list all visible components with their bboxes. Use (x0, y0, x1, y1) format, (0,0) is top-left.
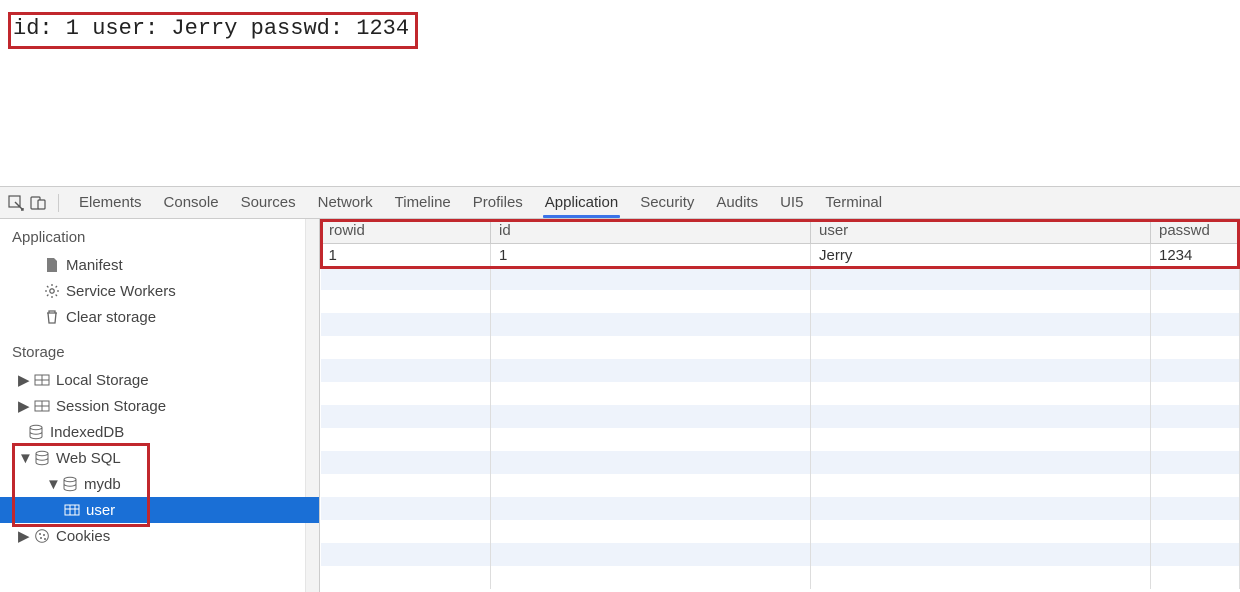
sidebar-item-label: mydb (84, 476, 121, 493)
sidebar-item-label: Cookies (56, 528, 110, 545)
sidebar-item-session-storage[interactable]: ▶ Session Storage (0, 393, 319, 419)
sidebar-item-label: Session Storage (56, 398, 166, 415)
table-wrap: rowid id user passwd 1 1 Jerry 1234 (320, 219, 1240, 592)
table-header-row: rowid id user passwd (321, 219, 1240, 243)
toolbar-separator (58, 194, 59, 212)
table-row (321, 267, 1240, 290)
sidebar-item-label: Local Storage (56, 372, 149, 389)
table-row (321, 474, 1240, 497)
sidebar-item-cookies[interactable]: ▶ Cookies (0, 523, 319, 549)
tab-audits[interactable]: Audits (706, 190, 768, 215)
col-rowid[interactable]: rowid (321, 219, 491, 243)
panel-body: Application Manifest Service Workers Cle… (0, 219, 1240, 592)
tab-terminal[interactable]: Terminal (815, 190, 892, 215)
table-row (321, 313, 1240, 336)
sidebar-item-web-sql[interactable]: ▼ Web SQL (0, 445, 319, 471)
content: rowid id user passwd 1 1 Jerry 1234 (320, 219, 1240, 592)
tab-console[interactable]: Console (154, 190, 229, 215)
trash-icon (44, 309, 60, 325)
col-user[interactable]: user (811, 219, 1151, 243)
table-row (321, 451, 1240, 474)
file-icon (44, 257, 60, 273)
cell-passwd: 1234 (1151, 243, 1240, 267)
table-row (321, 566, 1240, 589)
tab-profiles[interactable]: Profiles (463, 190, 533, 215)
gear-icon (44, 283, 60, 299)
section-application: Application (0, 219, 319, 252)
sidebar-item-label: IndexedDB (50, 424, 124, 441)
inspect-icon[interactable] (6, 193, 26, 213)
sidebar-item-user[interactable]: user (0, 497, 319, 523)
sidebar-item-clear-storage[interactable]: Clear storage (0, 304, 319, 330)
grid-icon (34, 372, 50, 388)
devtools-toolbar: Elements Console Sources Network Timelin… (0, 187, 1240, 219)
col-id[interactable]: id (491, 219, 811, 243)
chevron-right-icon: ▶ (18, 371, 28, 389)
device-icon[interactable] (28, 193, 48, 213)
tab-timeline[interactable]: Timeline (385, 190, 461, 215)
tab-application[interactable]: Application (535, 190, 628, 215)
database-icon (28, 424, 44, 440)
database-icon (34, 450, 50, 466)
chevron-down-icon: ▼ (18, 450, 28, 467)
tab-security[interactable]: Security (630, 190, 704, 215)
sidebar-item-label: Service Workers (66, 283, 176, 300)
table-row (321, 359, 1240, 382)
chevron-down-icon: ▼ (46, 476, 56, 493)
table-row (321, 428, 1240, 451)
cell-rowid: 1 (321, 243, 491, 267)
table-icon (64, 502, 80, 518)
sidebar-item-indexeddb[interactable]: IndexedDB (0, 419, 319, 445)
table-row[interactable]: 1 1 Jerry 1234 (321, 243, 1240, 267)
table-row (321, 543, 1240, 566)
application-tree: Manifest Service Workers Clear storage (0, 252, 319, 334)
table-body: 1 1 Jerry 1234 (321, 243, 1240, 589)
output-text: id: 1 user: Jerry passwd: 1234 (8, 12, 418, 49)
table-row (321, 382, 1240, 405)
table-row (321, 290, 1240, 313)
table-row (321, 520, 1240, 543)
sidebar-item-service-workers[interactable]: Service Workers (0, 278, 319, 304)
table-row (321, 336, 1240, 359)
sidebar[interactable]: Application Manifest Service Workers Cle… (0, 219, 320, 592)
sidebar-item-label: Clear storage (66, 309, 156, 326)
storage-tree: ▶ Local Storage ▶ Session Storage Indexe… (0, 367, 319, 553)
col-passwd[interactable]: passwd (1151, 219, 1240, 243)
grid-icon (34, 398, 50, 414)
table-row (321, 497, 1240, 520)
chevron-right-icon: ▶ (18, 397, 28, 415)
data-table: rowid id user passwd 1 1 Jerry 1234 (320, 219, 1240, 589)
sidebar-item-label: Manifest (66, 257, 123, 274)
sidebar-item-label: Web SQL (56, 450, 121, 467)
chevron-right-icon: ▶ (18, 527, 28, 545)
cell-id: 1 (491, 243, 811, 267)
tab-network[interactable]: Network (308, 190, 383, 215)
page-output: id: 1 user: Jerry passwd: 1234 (0, 0, 1240, 186)
tab-ui5[interactable]: UI5 (770, 190, 813, 215)
sidebar-item-mydb[interactable]: ▼ mydb (0, 471, 319, 497)
sidebar-item-label: user (86, 502, 115, 519)
cookie-icon (34, 528, 50, 544)
database-icon (62, 476, 78, 492)
cell-user: Jerry (811, 243, 1151, 267)
sidebar-item-manifest[interactable]: Manifest (0, 252, 319, 278)
tab-elements[interactable]: Elements (69, 190, 152, 215)
tab-sources[interactable]: Sources (231, 190, 306, 215)
section-storage: Storage (0, 334, 319, 367)
table-row (321, 405, 1240, 428)
devtools: Elements Console Sources Network Timelin… (0, 186, 1240, 592)
sidebar-item-local-storage[interactable]: ▶ Local Storage (0, 367, 319, 393)
